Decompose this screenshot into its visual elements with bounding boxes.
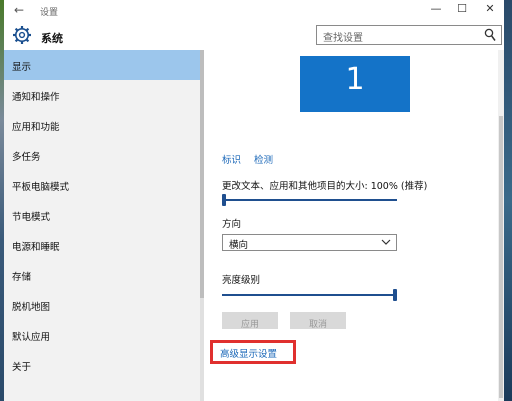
identify-link[interactable]: 标识 [222,152,241,166]
sidebar-item-label: 多任务 [12,152,41,163]
content-scrollbar-thumb[interactable] [499,116,503,398]
scale-label: 更改文本、应用和其他项目的大小: 100% (推荐) [222,181,428,192]
window-title: 设置 [40,8,59,18]
sidebar-item-label: 显示 [12,62,32,73]
monitor-preview[interactable]: 1 [300,56,410,112]
sidebar: 显示 通知和操作 应用和功能 多任务 平板电脑模式 节电模式 电源和睡眠 存储 … [4,50,204,401]
sidebar-item-offline-maps[interactable]: 脱机地图 [4,290,200,320]
sidebar-item-label: 平板电脑模式 [12,182,70,193]
orientation-label: 方向 [222,219,242,230]
chevron-down-icon [381,239,391,245]
apply-button[interactable]: 应用 [222,312,278,330]
sidebar-item-power-sleep[interactable]: 电源和睡眠 [4,230,200,260]
cancel-button-label: 取消 [308,320,327,330]
cancel-button[interactable]: 取消 [290,312,346,330]
content-scrollbar[interactable] [498,50,504,401]
orientation-value: 横向 [229,240,249,251]
sidebar-item-apps[interactable]: 应用和功能 [4,110,200,140]
sidebar-item-label: 应用和功能 [12,122,60,133]
sidebar-item-label: 通知和操作 [12,92,60,103]
sidebar-item-battery-saver[interactable]: 节电模式 [4,200,200,230]
close-button[interactable]: ✕ [478,2,502,15]
title-bar: ← 设置 — ☐ ✕ [4,0,504,22]
orientation-dropdown[interactable]: 横向 [222,234,397,251]
detect-link[interactable]: 检测 [254,152,273,166]
settings-window: ← 设置 — ☐ ✕ 系统 查找设置 显示 通知和操作 应用和功能 多任务 平板… [4,0,504,401]
maximize-button[interactable]: ☐ [450,2,474,15]
advanced-display-settings-link[interactable]: 高级显示设置 [220,346,277,360]
header: 系统 查找设置 [4,22,504,50]
brightness-label: 亮度级别 [222,275,261,286]
search-input[interactable]: 查找设置 [316,25,502,45]
sidebar-item-multitasking[interactable]: 多任务 [4,140,200,170]
sidebar-item-storage[interactable]: 存储 [4,260,200,290]
brightness-slider-thumb[interactable] [393,289,397,301]
desktop-background-right [504,0,512,401]
gear-icon [13,26,31,44]
advanced-display-highlight: 高级显示设置 [210,340,296,364]
sidebar-item-default-apps[interactable]: 默认应用 [4,320,200,350]
brightness-slider-track[interactable] [222,294,397,296]
sidebar-item-about[interactable]: 关于 [4,350,200,380]
sidebar-item-label: 默认应用 [12,332,51,343]
sidebar-item-notifications[interactable]: 通知和操作 [4,80,200,110]
sidebar-item-label: 关于 [12,362,32,373]
sidebar-item-label: 脱机地图 [12,302,51,313]
display-settings-panel: 1 标识 检测 更改文本、应用和其他项目的大小: 100% (推荐) 方向 横向… [204,50,504,401]
sidebar-item-label: 存储 [12,272,32,283]
apply-button-label: 应用 [240,320,259,330]
sidebar-item-label: 电源和睡眠 [12,242,60,253]
scale-slider-thumb[interactable] [222,194,226,206]
minimize-button[interactable]: — [424,2,448,15]
search-icon[interactable] [484,28,496,42]
scale-slider-track[interactable] [222,199,397,201]
search-placeholder: 查找设置 [323,33,363,44]
sidebar-item-display[interactable]: 显示 [4,50,200,80]
sidebar-item-tablet-mode[interactable]: 平板电脑模式 [4,170,200,200]
sidebar-item-label: 节电模式 [12,212,51,223]
section-title: 系统 [41,32,63,45]
monitor-number: 1 [345,62,365,97]
back-arrow-icon[interactable]: ← [14,3,24,17]
